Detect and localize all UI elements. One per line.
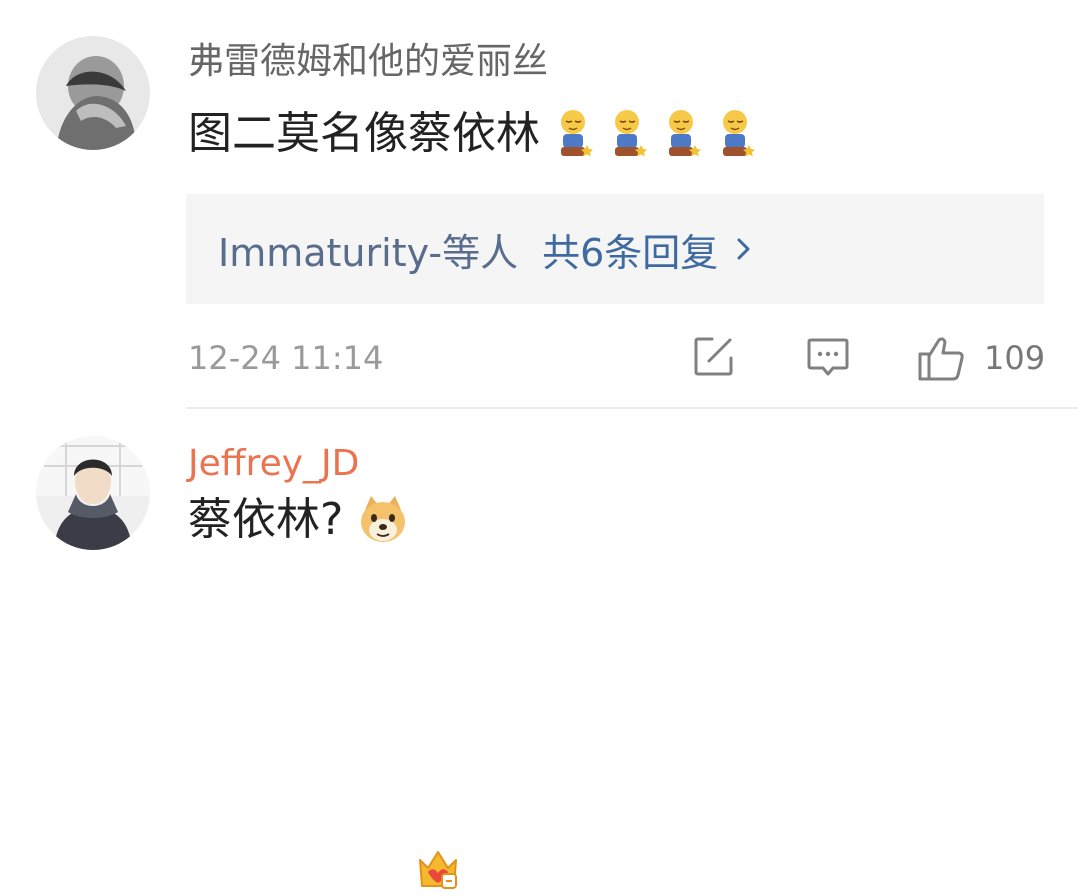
comment-text: 蔡依林?: [188, 494, 344, 545]
timestamp: 12-24 11:14: [188, 339, 384, 377]
comment-item: Jeffrey_JD 蔡依林?: [0, 410, 1078, 889]
sleepy-kneeling-emoji-icon: [556, 109, 594, 159]
sleepy-kneeling-emoji-icon: [718, 109, 756, 159]
like-button[interactable]: 109: [916, 334, 1056, 382]
comment-text-row: 图二莫名像蔡依林: [188, 106, 756, 162]
avatar[interactable]: [36, 436, 150, 550]
chevron-right-icon: [736, 235, 752, 263]
avatar[interactable]: [36, 36, 150, 150]
thumbs-up-icon: [918, 337, 964, 381]
sleepy-kneeling-emoji-icon: [610, 109, 648, 159]
comment-bubble-icon: [807, 338, 849, 376]
sleepy-kneeling-emoji-icon: [664, 109, 702, 159]
reply-button[interactable]: [806, 334, 850, 378]
reply-names[interactable]: Immaturity-等人: [218, 222, 518, 277]
repost-button[interactable]: [692, 334, 736, 378]
comment-item: 弗雷德姆和他的爱丽丝 图二莫名像蔡依林 Immaturity-等人 共6条回复 …: [0, 0, 1078, 407]
crown-badge-icon: [416, 846, 460, 892]
doge-emoji-icon: [357, 494, 409, 546]
comment-text: 图二莫名像蔡依林: [188, 108, 540, 159]
divider: [186, 407, 1078, 409]
comment-text-row: 蔡依林?: [188, 492, 409, 548]
username[interactable]: Jeffrey_JD: [188, 442, 359, 486]
username[interactable]: 弗雷德姆和他的爱丽丝: [188, 40, 548, 84]
reply-count-link[interactable]: 共6条回复: [542, 222, 718, 277]
edit-icon: [694, 337, 733, 376]
like-count: 109: [984, 339, 1046, 377]
reply-summary-box[interactable]: Immaturity-等人 共6条回复: [186, 194, 1044, 304]
